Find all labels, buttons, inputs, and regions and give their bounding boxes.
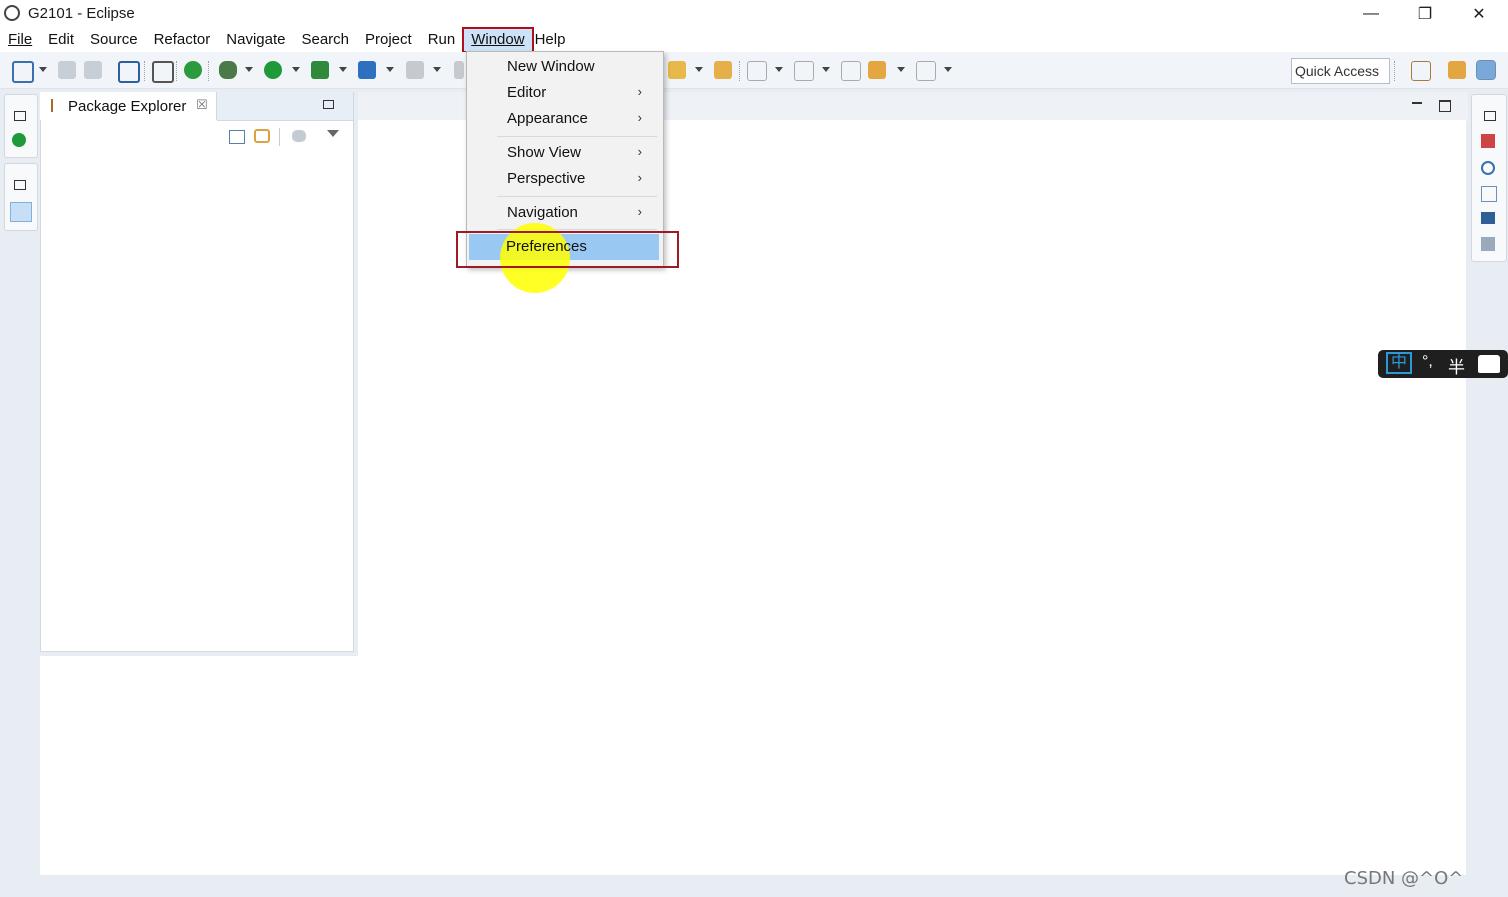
menu-bar: File Edit Source Refactor Navigate Searc… xyxy=(0,27,1508,53)
package-explorer-title: Package Explorer xyxy=(68,98,187,115)
package-icon xyxy=(51,99,63,112)
declaration-icon[interactable] xyxy=(1481,186,1497,202)
coverage-icon[interactable] xyxy=(311,61,329,79)
ime-punctuation[interactable]: °, xyxy=(1422,353,1433,371)
open-perspective-icon[interactable] xyxy=(1411,61,1431,81)
menu-item-navigation[interactable]: Navigation › xyxy=(507,204,652,221)
save-icon[interactable] xyxy=(58,61,76,79)
menu-separator xyxy=(497,136,657,137)
search-icon[interactable] xyxy=(668,61,686,79)
menu-window[interactable]: Window xyxy=(462,27,534,53)
server-icon[interactable] xyxy=(184,61,202,79)
preferences-annotation-box xyxy=(456,231,679,268)
bottom-panel-area xyxy=(40,656,358,875)
menu-run[interactable]: Run xyxy=(420,28,464,52)
terminate-dropdown-icon[interactable] xyxy=(433,67,441,72)
previous-annotation-dropdown-icon[interactable] xyxy=(822,67,830,72)
menu-edit[interactable]: Edit xyxy=(40,28,82,52)
coverage-dropdown-icon[interactable] xyxy=(339,67,347,72)
problems-icon[interactable] xyxy=(1481,134,1495,148)
left-trim-bottom xyxy=(4,163,38,231)
focus-icon[interactable] xyxy=(292,130,306,142)
ime-skin-icon[interactable] xyxy=(1478,355,1500,373)
submenu-arrow-icon: › xyxy=(637,84,642,99)
run-icon[interactable] xyxy=(264,61,282,79)
menu-item-show-view[interactable]: Show View › xyxy=(507,144,652,161)
close-tab-icon[interactable]: ☒ xyxy=(196,97,208,113)
restore-button[interactable]: ❐ xyxy=(1402,0,1448,28)
submenu-arrow-icon: › xyxy=(637,170,642,185)
menu-help[interactable]: Help xyxy=(533,28,574,52)
close-button[interactable]: ✕ xyxy=(1456,0,1502,28)
open-task-icon[interactable] xyxy=(714,61,732,79)
progress-icon[interactable] xyxy=(1481,237,1495,251)
ime-chinese-mode[interactable]: 中 xyxy=(1386,352,1412,374)
next-annotation-dropdown-icon[interactable] xyxy=(775,67,783,72)
back-dropdown-icon[interactable] xyxy=(897,67,905,72)
main-toolbar xyxy=(0,52,1508,89)
menu-item-editor[interactable]: Editor › xyxy=(507,84,652,101)
menu-project[interactable]: Project xyxy=(357,28,420,52)
title-bar: G2101 - Eclipse — ❐ ✕ xyxy=(0,0,1508,29)
menu-item-new-window[interactable]: New Window xyxy=(507,58,595,75)
left-trim-top xyxy=(4,94,38,158)
menu-refactor[interactable]: Refactor xyxy=(146,28,219,52)
submenu-arrow-icon: › xyxy=(637,110,642,125)
minimize-button[interactable]: — xyxy=(1348,0,1394,28)
restore-icon[interactable] xyxy=(323,100,334,109)
run-dropdown-icon[interactable] xyxy=(292,67,300,72)
skip-breakpoints-icon[interactable] xyxy=(152,61,174,83)
menu-item-perspective[interactable]: Perspective › xyxy=(507,170,652,187)
maximize-icon[interactable] xyxy=(1439,100,1451,112)
external-tools-dropdown-icon[interactable] xyxy=(386,67,394,72)
menu-separator xyxy=(497,196,657,197)
terminate-icon[interactable] xyxy=(406,61,424,79)
collapse-all-icon[interactable] xyxy=(229,130,245,144)
ime-toolbar: 中 °, 半 xyxy=(1378,350,1508,378)
minimize-icon[interactable] xyxy=(1412,102,1422,104)
save-all-icon[interactable] xyxy=(84,61,102,79)
menu-item-appearance[interactable]: Appearance › xyxy=(507,110,652,127)
package-explorer-header xyxy=(217,92,353,121)
previous-annotation-icon[interactable] xyxy=(794,61,814,81)
java-perspective-icon[interactable] xyxy=(1476,60,1496,80)
watermark: CSDN @^O^ xyxy=(1344,868,1464,889)
last-edit-icon[interactable] xyxy=(841,61,861,81)
search-dropdown-icon[interactable] xyxy=(695,67,703,72)
menu-search[interactable]: Search xyxy=(293,28,357,52)
ime-half-width[interactable]: 半 xyxy=(1448,353,1465,378)
disconnect-icon[interactable] xyxy=(454,61,464,79)
quick-access-field[interactable]: Quick Access xyxy=(1291,58,1390,84)
restore-icon[interactable] xyxy=(1484,111,1496,121)
link-with-editor-icon[interactable] xyxy=(254,129,270,143)
forward-icon[interactable] xyxy=(916,61,936,81)
toolbar-separator xyxy=(279,128,280,146)
submenu-arrow-icon: › xyxy=(637,144,642,159)
view-menu-icon[interactable] xyxy=(327,130,339,137)
javadoc-icon[interactable] xyxy=(1481,161,1495,175)
debug-dropdown-icon[interactable] xyxy=(245,67,253,72)
next-annotation-icon[interactable] xyxy=(747,61,767,81)
new-dropdown-icon[interactable] xyxy=(39,67,47,72)
open-console-icon[interactable] xyxy=(118,61,140,83)
external-tools-icon[interactable] xyxy=(358,61,376,79)
window-title: G2101 - Eclipse xyxy=(28,5,135,22)
restore-icon[interactable] xyxy=(14,111,26,121)
menu-file[interactable]: File xyxy=(0,28,40,52)
new-icon[interactable] xyxy=(12,61,34,83)
eclipse-logo-icon xyxy=(4,5,20,21)
right-trim xyxy=(1471,94,1507,262)
package-explorer-trim-icon[interactable] xyxy=(10,202,32,222)
back-icon[interactable] xyxy=(868,61,886,79)
debug-icon[interactable] xyxy=(219,61,237,79)
menu-navigate[interactable]: Navigate xyxy=(218,28,293,52)
forward-dropdown-icon[interactable] xyxy=(944,67,952,72)
java-ee-perspective-icon[interactable] xyxy=(1448,61,1466,79)
package-explorer-panel xyxy=(40,92,354,652)
menu-source[interactable]: Source xyxy=(82,28,146,52)
console-icon[interactable] xyxy=(1481,212,1495,224)
servers-view-icon[interactable] xyxy=(12,133,26,147)
restore-icon[interactable] xyxy=(14,180,26,190)
submenu-arrow-icon: › xyxy=(637,204,642,219)
